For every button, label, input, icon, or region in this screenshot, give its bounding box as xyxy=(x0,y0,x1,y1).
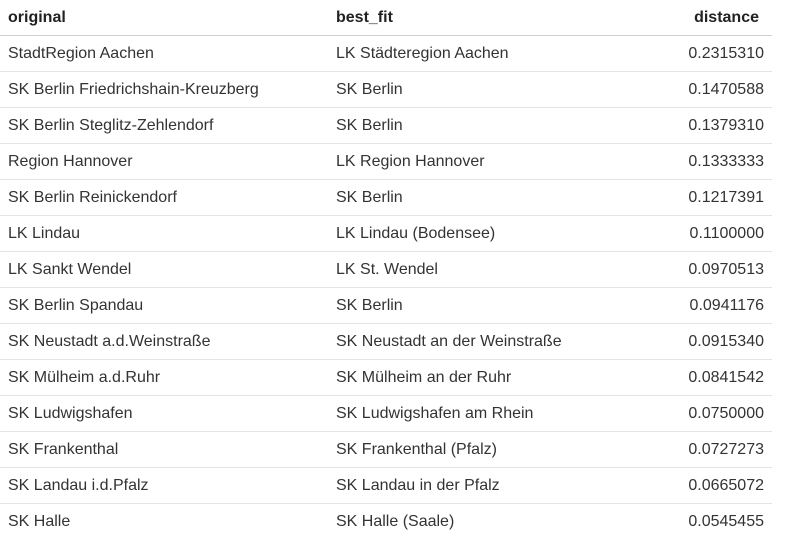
table-row: Region Hannover LK Region Hannover 0.133… xyxy=(0,143,772,180)
cell-original: Region Hannover xyxy=(0,143,328,180)
cell-best-fit: SK Berlin xyxy=(328,287,644,324)
table-row: SK Mülheim a.d.Ruhr SK Mülheim an der Ru… xyxy=(0,359,772,396)
column-header-best-fit[interactable]: best_fit xyxy=(328,0,644,36)
cell-original: LK Lindau xyxy=(0,215,328,252)
cell-original: SK Berlin Friedrichshain-Kreuzberg xyxy=(0,71,328,108)
column-header-distance[interactable]: distance xyxy=(644,0,772,36)
cell-original: SK Berlin Steglitz-Zehlendorf xyxy=(0,107,328,144)
cell-original: SK Halle xyxy=(8,512,71,530)
table-row: SK Berlin Reinickendorf SK Berlin 0.1217… xyxy=(0,179,772,216)
cell-distance: 0.1100000 xyxy=(644,215,772,252)
table-row: SK Halle SK Halle (Saale) 0.0545455 xyxy=(0,504,772,539)
table-row: SK Landau i.d.Pfalz SK Landau in der Pfa… xyxy=(0,467,772,504)
cell-best-fit: SK Berlin xyxy=(328,107,644,144)
cell-best-fit: SK Mülheim an der Ruhr xyxy=(328,359,644,396)
cell-original: LK Sankt Wendel xyxy=(0,251,328,288)
cell-distance: 0.0750000 xyxy=(644,395,772,432)
cell-original: SK Berlin Spandau xyxy=(0,287,328,324)
cell-original: SK Frankenthal xyxy=(0,431,328,468)
table-header: original best_fit distance xyxy=(0,0,772,36)
cell-original: SK Neustadt a.d.Weinstraße xyxy=(0,323,328,360)
results-table: original best_fit distance StadtRegion A… xyxy=(0,0,772,539)
table-row: SK Berlin Friedrichshain-Kreuzberg SK Be… xyxy=(0,71,772,108)
table-row: SK Frankenthal SK Frankenthal (Pfalz) 0.… xyxy=(0,431,772,468)
cell-best-fit: LK Städteregion Aachen xyxy=(328,35,644,72)
cell-distance: 0.0915340 xyxy=(644,323,772,360)
table-row: SK Berlin Spandau SK Berlin 0.0941176 xyxy=(0,287,772,324)
cell-distance: 0.0727273 xyxy=(644,431,772,468)
cell-original: StadtRegion Aachen xyxy=(0,35,328,72)
cell-original: SK Berlin Reinickendorf xyxy=(0,179,328,216)
cell-best-fit: SK Berlin xyxy=(328,71,644,108)
table-body: StadtRegion Aachen LK Städteregion Aache… xyxy=(0,35,772,539)
cell-distance: 0.0665072 xyxy=(644,467,772,504)
cell-distance: 0.0970513 xyxy=(644,251,772,288)
cell-best-fit: SK Berlin xyxy=(328,179,644,216)
cell-best-fit: SK Landau in der Pfalz xyxy=(328,467,644,504)
cell-best-fit: LK Lindau (Bodensee) xyxy=(328,215,644,252)
table-row: LK Lindau LK Lindau (Bodensee) 0.1100000 xyxy=(0,215,772,252)
table-row: StadtRegion Aachen LK Städteregion Aache… xyxy=(0,35,772,72)
cell-distance: 0.1217391 xyxy=(644,179,772,216)
cell-distance: 0.1470588 xyxy=(644,71,772,108)
table-row: SK Ludwigshafen SK Ludwigshafen am Rhein… xyxy=(0,395,772,432)
cell-distance: 0.1333333 xyxy=(644,143,772,180)
cell-original: SK Ludwigshafen xyxy=(0,395,328,432)
cell-best-fit: SK Frankenthal (Pfalz) xyxy=(328,431,644,468)
cell-best-fit: SK Neustadt an der Weinstraße xyxy=(328,323,644,360)
header-row: original best_fit distance xyxy=(0,0,772,36)
cell-distance: 0.1379310 xyxy=(644,107,772,144)
cell-original: SK Landau i.d.Pfalz xyxy=(0,467,328,504)
table-row: LK Sankt Wendel LK St. Wendel 0.0970513 xyxy=(0,251,772,288)
cell-best-fit: LK St. Wendel xyxy=(328,251,644,288)
column-header-original[interactable]: original xyxy=(0,0,328,36)
table-row: SK Neustadt a.d.Weinstraße SK Neustadt a… xyxy=(0,323,772,360)
cell-distance: 0.0545455 xyxy=(688,512,764,530)
cell-distance: 0.0941176 xyxy=(644,287,772,324)
cell-best-fit: LK Region Hannover xyxy=(328,143,644,180)
cell-best-fit: SK Halle (Saale) xyxy=(336,512,455,530)
table-row: SK Berlin Steglitz-Zehlendorf SK Berlin … xyxy=(0,107,772,144)
cell-original: SK Mülheim a.d.Ruhr xyxy=(0,359,328,396)
cell-distance: 0.2315310 xyxy=(644,35,772,72)
cell-distance: 0.0841542 xyxy=(644,359,772,396)
cell-best-fit: SK Ludwigshafen am Rhein xyxy=(328,395,644,432)
